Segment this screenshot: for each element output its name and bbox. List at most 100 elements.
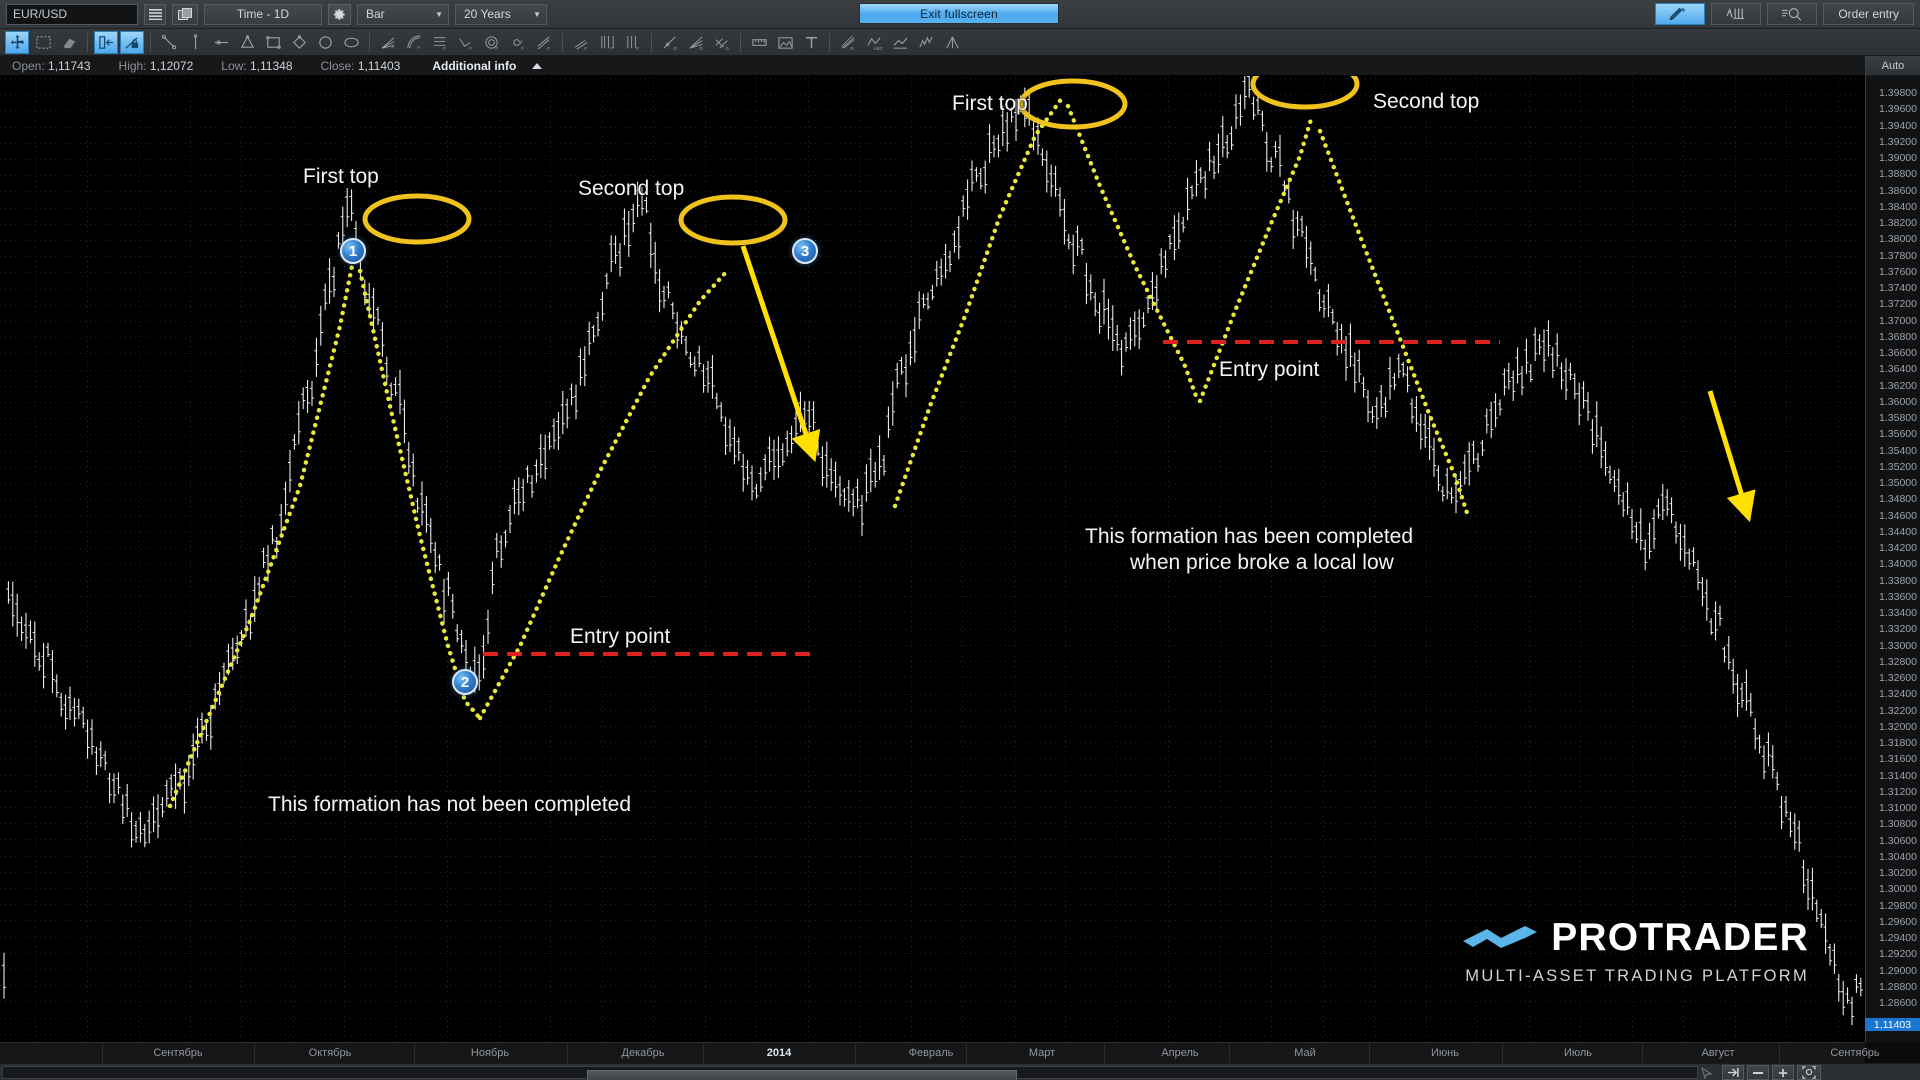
- indicators-button[interactable]: [1711, 3, 1762, 25]
- gann-fan-tool-button[interactable]: G: [684, 31, 708, 54]
- fib-retracement-tool-button[interactable]: F: [428, 31, 452, 54]
- price-tick: 1.36400: [1879, 363, 1917, 376]
- price-tick: 1.39400: [1879, 119, 1917, 132]
- andrews-pitchfork-tool-button[interactable]: [940, 31, 964, 54]
- ellipse-tool-icon: [343, 37, 359, 47]
- fib-arc-tool-button[interactable]: F: [402, 31, 426, 54]
- image-tool-button[interactable]: [773, 31, 797, 54]
- logo-row: PROTRADER: [1461, 916, 1809, 960]
- date-axis-separator: [1104, 1043, 1105, 1064]
- vertical-line-tool-button[interactable]: [183, 31, 207, 54]
- triangle-tool-icon: [240, 34, 254, 48]
- period-value: 20 Years: [464, 7, 511, 21]
- annotation-second-top-right[interactable]: Second top: [1373, 90, 1479, 114]
- exit-fullscreen-button[interactable]: Exit fullscreen: [859, 3, 1059, 24]
- date-axis-separator: [102, 1043, 103, 1064]
- gann-grid-tool-button[interactable]: G: [710, 31, 734, 54]
- step-badge-2[interactable]: 2: [452, 669, 478, 695]
- goto-end-button[interactable]: [1722, 1065, 1744, 1080]
- polygon-tool-button[interactable]: [287, 31, 311, 54]
- regression-tool-button[interactable]: R: [836, 31, 860, 54]
- abc-pattern-tool-button[interactable]: ABC: [862, 31, 886, 54]
- scrollbar-thumb[interactable]: [587, 1070, 1017, 1080]
- svg-text:G: G: [673, 46, 677, 51]
- high-readout: High: 1,12072: [119, 59, 194, 73]
- symbol-input[interactable]: EUR/USD: [6, 3, 138, 25]
- symbol-list-button[interactable]: [144, 3, 166, 25]
- fib-channel-tool-button[interactable]: F: [532, 31, 556, 54]
- svg-text:G: G: [699, 46, 703, 51]
- select-rect-tool-button[interactable]: [31, 31, 55, 54]
- order-entry-button[interactable]: Order entry: [1823, 3, 1914, 25]
- price-tick: 1.39000: [1879, 152, 1917, 164]
- circle-tool-button[interactable]: [313, 31, 337, 54]
- caret-up-icon[interactable]: [532, 62, 543, 69]
- fib-speed-resistance-tool-button[interactable]: F: [569, 31, 593, 54]
- fib-fan-tool-icon: F: [381, 36, 394, 51]
- annotation-not-completed[interactable]: This formation has not been completed: [268, 793, 631, 817]
- fib-circle-tool-button[interactable]: F: [480, 31, 504, 54]
- chart-type-select[interactable]: Bar ▼: [357, 3, 449, 25]
- chart-analysis-button[interactable]: [1767, 3, 1818, 25]
- horizontal-line-tool-button[interactable]: [209, 31, 233, 54]
- ellipse-tool-button[interactable]: [339, 31, 363, 54]
- annotation-first-top-right[interactable]: First top: [952, 92, 1028, 116]
- text-tool-button[interactable]: [799, 31, 823, 54]
- eraser-tool-button[interactable]: [57, 31, 81, 54]
- triangle-tool-button[interactable]: [235, 31, 259, 54]
- annotation-completed-note-2[interactable]: when price broke a local low: [1130, 551, 1394, 575]
- step-badge-1[interactable]: 1: [340, 238, 366, 264]
- lock-drawings-tool-button[interactable]: [120, 30, 144, 54]
- price-tick: 1.34600: [1879, 509, 1917, 522]
- annotation-second-top-left[interactable]: Second top: [578, 177, 684, 201]
- elliott-wave-tool-button[interactable]: [914, 31, 938, 54]
- fib-extension-tool-button[interactable]: F: [454, 31, 478, 54]
- polygon-tool-icon: [292, 34, 306, 49]
- date-axis-month-label: Май: [1294, 1047, 1316, 1059]
- price-axis[interactable]: Auto 1.39800 1.39600 1.39400 1.39200 1.39000…: [1865, 56, 1920, 1042]
- protrader-logo: PROTRADER MULTI-ASSET TRADING PLATFORM: [1461, 916, 1809, 986]
- annotation-entry-point-left[interactable]: Entry point: [570, 625, 670, 649]
- snap-tool-button[interactable]: [94, 30, 118, 54]
- fib-time-ratio-tool-button[interactable]: F: [621, 31, 645, 54]
- svg-text:ABC: ABC: [873, 46, 882, 51]
- step-badge-3[interactable]: 3: [792, 238, 818, 264]
- rectangle-tool-button[interactable]: [261, 31, 285, 54]
- toolbar-separator: [369, 32, 370, 52]
- date-axis[interactable]: Сентябрь Октябрь Ноябрь Декабрь 2014 Февраль М…: [0, 1042, 1880, 1064]
- annotation-entry-point-right[interactable]: Entry point: [1219, 358, 1319, 382]
- price-tick: 1.28800: [1879, 980, 1917, 993]
- fib-fan-tool-button[interactable]: F: [376, 31, 400, 54]
- price-tick: 1.38600: [1879, 184, 1917, 197]
- layout-button[interactable]: [172, 3, 198, 25]
- zoom-out-button[interactable]: [1747, 1065, 1769, 1080]
- fib-spiral-tool-button[interactable]: F: [506, 31, 530, 54]
- svg-text:F: F: [547, 46, 550, 51]
- fib-extension-tool-icon: F: [458, 37, 472, 51]
- annotation-first-top-left[interactable]: First top: [303, 165, 379, 189]
- trend-line-tool-button[interactable]: [157, 31, 181, 54]
- zigzag-tool-button[interactable]: [888, 31, 912, 54]
- chart-pointer-icon[interactable]: [1700, 1067, 1714, 1079]
- low-label: Low:: [221, 58, 247, 73]
- price-tick: 1.29600: [1879, 915, 1917, 928]
- price-tick: 1.36000: [1879, 395, 1917, 408]
- period-select[interactable]: 20 Years ▼: [455, 3, 547, 25]
- drawing-mode-button[interactable]: [1655, 3, 1706, 25]
- zoom-fit-button[interactable]: [1797, 1065, 1821, 1080]
- fib-time-zones-tool-button[interactable]: F: [595, 31, 619, 54]
- price-tick: 1.39800: [1879, 87, 1917, 99]
- ruler-tool-button[interactable]: [747, 31, 771, 54]
- additional-info-toggle[interactable]: Additional info: [432, 59, 516, 73]
- timeframe-selector[interactable]: Time - 1D: [204, 3, 322, 25]
- open-value: 1,11743: [48, 58, 91, 73]
- annotation-completed-note-1[interactable]: This formation has been completed: [1085, 525, 1413, 549]
- gann-line-tool-button[interactable]: G: [658, 31, 682, 54]
- svg-text:F: F: [584, 46, 587, 51]
- horizontal-scrollbar[interactable]: [2, 1066, 1698, 1080]
- chart-canvas[interactable]: First top Second top Entry point This forma…: [0, 76, 1865, 1042]
- zoom-in-button[interactable]: [1772, 1065, 1794, 1080]
- chart-settings-button[interactable]: [328, 3, 351, 25]
- move-tool-button[interactable]: [5, 30, 29, 54]
- price-axis-auto-button[interactable]: Auto: [1866, 56, 1920, 76]
